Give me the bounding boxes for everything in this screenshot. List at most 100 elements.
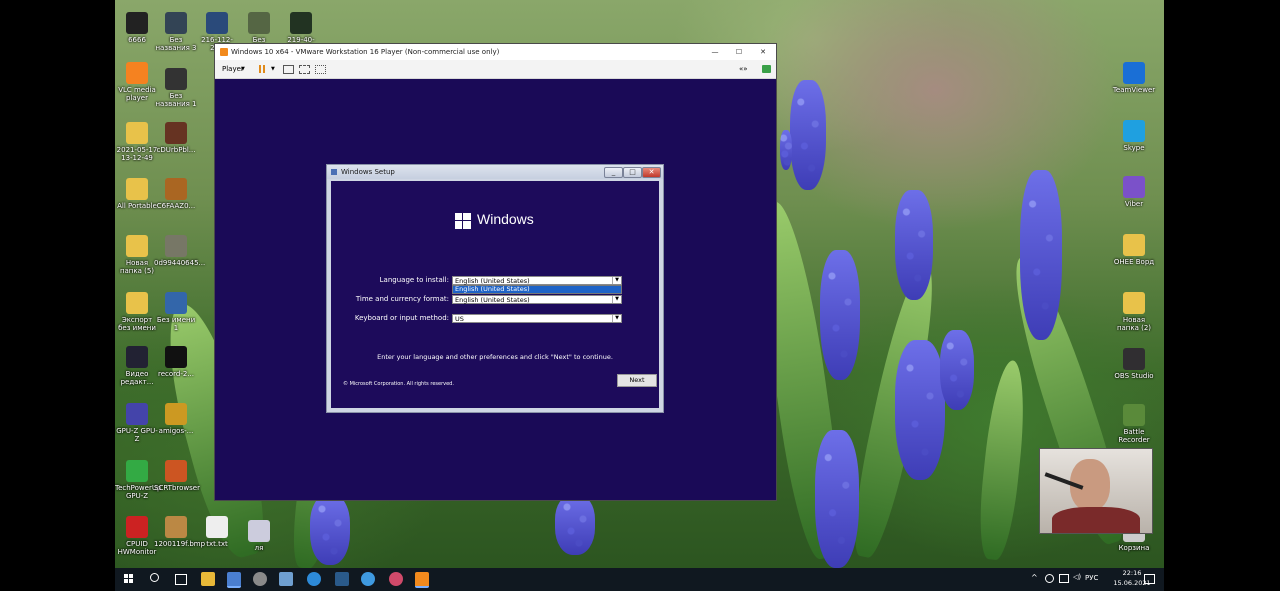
start-button[interactable] bbox=[124, 574, 134, 584]
chevron-down-icon[interactable]: ▼ bbox=[241, 60, 245, 78]
chevron-down-icon[interactable]: ▼ bbox=[271, 60, 275, 78]
desktop-icon-label: Новая папка (5) bbox=[119, 259, 155, 275]
windows-logo-icon bbox=[455, 213, 471, 229]
desktop-icon-image bbox=[165, 235, 187, 257]
desktop-icon[interactable]: Viber bbox=[1112, 176, 1156, 208]
dropdown-option[interactable]: English (United States) bbox=[453, 286, 621, 293]
desktop-icon[interactable]: Без имени 1 bbox=[154, 292, 198, 332]
tray-app-icon[interactable] bbox=[1045, 574, 1054, 583]
desktop-icon[interactable]: ОНЕЕ Ворд bbox=[1112, 234, 1156, 266]
vm-status-icon[interactable] bbox=[762, 65, 771, 73]
setup-minimize-button[interactable]: _ bbox=[604, 167, 623, 178]
pause-icon[interactable] bbox=[259, 65, 261, 73]
desktop-icon-label: C6FAAZ0... bbox=[156, 202, 196, 210]
desktop-icon-label: Экспорт без имени bbox=[118, 316, 156, 332]
minimize-button[interactable]: — bbox=[709, 44, 721, 60]
chevron-up-icon[interactable]: ^ bbox=[1031, 573, 1038, 582]
volume-icon[interactable]: ◁) bbox=[1073, 573, 1081, 581]
desktop-icon-image bbox=[165, 403, 187, 425]
desktop-icon[interactable]: Battle Recorder bbox=[1112, 404, 1156, 444]
maximize-button[interactable]: ☐ bbox=[733, 44, 745, 60]
desktop-icon[interactable]: record-2... bbox=[154, 346, 198, 378]
send-ctrl-alt-del-icon[interactable] bbox=[283, 65, 294, 74]
time-currency-select-value: English (United States) bbox=[455, 296, 530, 304]
desktop-icon-label: GPU-Z GPU-Z bbox=[116, 427, 158, 443]
time-currency-label: Time and currency format: bbox=[355, 295, 449, 303]
desktop-icon[interactable]: TeamViewer bbox=[1112, 62, 1156, 94]
setup-app-icon bbox=[331, 169, 337, 175]
desktop-icon-label: txt.txt bbox=[206, 540, 228, 548]
desktop-icon-label: amigos-... bbox=[158, 427, 194, 435]
desktop-icon-image bbox=[1123, 176, 1145, 198]
desktop-icon[interactable]: Без названия 1 bbox=[154, 68, 198, 108]
desktop-icon-image bbox=[1123, 404, 1145, 426]
chevron-down-icon[interactable]: ▼ bbox=[612, 277, 621, 284]
vm-guest-screen[interactable]: Windows Setup _ □ ✕ Windows Language to … bbox=[215, 79, 776, 500]
desktop-icon[interactable]: 1200119f.bmp bbox=[154, 516, 206, 548]
desktop-icon[interactable]: C6FAAZ0... bbox=[154, 178, 198, 210]
taskbar-app-icon[interactable] bbox=[389, 572, 403, 586]
fit-guest-icon[interactable] bbox=[299, 65, 310, 74]
desktop-icon-image bbox=[248, 12, 270, 34]
unity-icon[interactable] bbox=[315, 65, 326, 74]
desktop-icon-image bbox=[1123, 348, 1145, 370]
desktop-icon-label: VLC media player bbox=[118, 86, 156, 102]
desktop-icon[interactable]: 2021-05-17 13-12-49 bbox=[115, 122, 159, 162]
desktop-icon[interactable]: cDUrbPbl... bbox=[154, 122, 198, 154]
file-explorer-icon[interactable] bbox=[201, 572, 215, 586]
setup-body: Windows Language to install: English (Un… bbox=[331, 181, 659, 408]
desktop-icon[interactable]: Новая папка (5) bbox=[115, 235, 159, 275]
desktop-icon-image bbox=[126, 12, 148, 34]
desktop-icon-label: 2021-05-17 13-12-49 bbox=[116, 146, 158, 162]
desktop-icon[interactable]: All Portable bbox=[115, 178, 159, 210]
desktop-icon-image bbox=[165, 346, 187, 368]
task-view-icon[interactable] bbox=[175, 574, 187, 585]
chrome-icon[interactable] bbox=[361, 572, 375, 586]
next-button[interactable]: Next bbox=[617, 374, 657, 387]
taskbar-app-icon[interactable] bbox=[279, 572, 293, 586]
desktop-icon[interactable]: Skype bbox=[1112, 120, 1156, 152]
desktop-icon[interactable]: SCRTbrowser bbox=[154, 460, 200, 492]
desktop-icon[interactable]: 0d99440645... bbox=[154, 235, 205, 267]
network-icon[interactable] bbox=[1059, 574, 1069, 583]
desktop-icon[interactable]: CPUID HWMonitor bbox=[115, 516, 159, 556]
setup-close-button[interactable]: ✕ bbox=[642, 167, 661, 178]
keyboard-select[interactable]: US ▼ bbox=[452, 314, 622, 323]
desktop-icon[interactable]: amigos-... bbox=[154, 403, 198, 435]
taskbar-app-icon[interactable] bbox=[227, 572, 241, 588]
desktop-icon[interactable]: GPU-Z GPU-Z bbox=[115, 403, 159, 443]
time-currency-select[interactable]: English (United States) ▼ bbox=[452, 295, 622, 304]
desktop-icon[interactable]: Новая папка (2) bbox=[1112, 292, 1156, 332]
desktop-icon-label: Без названия 1 bbox=[155, 92, 197, 108]
desktop-icon[interactable]: ля bbox=[237, 520, 281, 552]
desktop-icon-label: Новая папка (2) bbox=[1116, 316, 1152, 332]
taskbar-app-icon[interactable] bbox=[253, 572, 267, 586]
close-button[interactable]: ✕ bbox=[757, 44, 769, 60]
desktop-icon-label: 1200119f.bmp bbox=[154, 540, 206, 548]
vmware-taskbar-icon[interactable] bbox=[415, 572, 429, 588]
search-icon[interactable] bbox=[150, 573, 159, 582]
desktop-icon[interactable]: Без названия 3 bbox=[154, 12, 198, 52]
language-select[interactable]: English (United States) ▼ bbox=[452, 276, 622, 285]
desktop-icon[interactable]: Видео редакт... bbox=[115, 346, 159, 386]
desktop-icon[interactable]: 6666 bbox=[115, 12, 159, 44]
keyboard-lang-indicator[interactable]: РУС bbox=[1085, 574, 1098, 582]
chevron-down-icon[interactable]: ▼ bbox=[612, 296, 621, 303]
desktop-icon[interactable]: txt.txt bbox=[195, 516, 239, 548]
notifications-icon[interactable] bbox=[1144, 574, 1155, 584]
desktop-icon-image bbox=[126, 346, 148, 368]
desktop-icon[interactable]: Экспорт без имени bbox=[115, 292, 159, 332]
desktop-icon[interactable]: OBS Studio bbox=[1112, 348, 1156, 380]
chevron-down-icon[interactable]: ▼ bbox=[612, 315, 621, 322]
collapse-toolbar-icon[interactable]: «» bbox=[739, 60, 748, 78]
setup-maximize-button[interactable]: □ bbox=[623, 167, 642, 178]
presenter-shirt bbox=[1052, 507, 1140, 533]
desktop-icon-image bbox=[126, 178, 148, 200]
desktop-icon[interactable]: VLC media player bbox=[115, 62, 159, 102]
desktop-icon-label: Корзина bbox=[1118, 544, 1150, 552]
desktop-icon-label: SCRTbrowser bbox=[154, 484, 200, 492]
desktop-icon[interactable]: TechPowerUp GPU-Z bbox=[115, 460, 161, 500]
wallpaper-flower bbox=[895, 190, 933, 300]
taskbar-app-icon[interactable] bbox=[335, 572, 349, 586]
browser-icon[interactable] bbox=[307, 572, 321, 586]
